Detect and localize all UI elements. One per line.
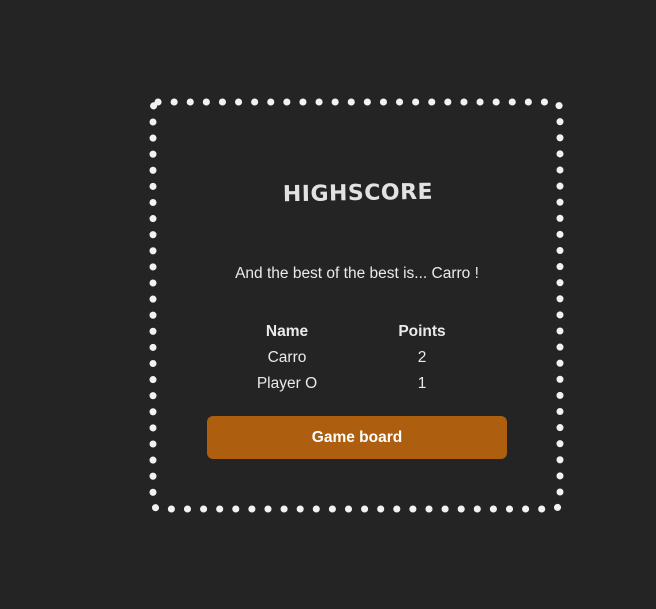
highscore-table: Name Points Carro 2 Player O 1 bbox=[222, 319, 492, 397]
highscore-card: HIGHSCORE And the best of the best is...… bbox=[148, 97, 568, 517]
player-points: 2 bbox=[417, 349, 427, 366]
table-row: Player O 1 bbox=[222, 371, 492, 397]
winner-text: And the best of the best is... Carro ! bbox=[235, 265, 479, 282]
player-name: Player O bbox=[256, 375, 318, 392]
column-header-points: Points bbox=[398, 323, 446, 340]
player-name: Carro bbox=[267, 349, 307, 366]
player-points: 1 bbox=[417, 375, 427, 392]
table-row: Carro 2 bbox=[222, 345, 492, 371]
table-header-row: Name Points bbox=[222, 319, 492, 345]
column-header-name: Name bbox=[265, 323, 309, 340]
game-board-button[interactable]: Game board bbox=[207, 416, 507, 459]
